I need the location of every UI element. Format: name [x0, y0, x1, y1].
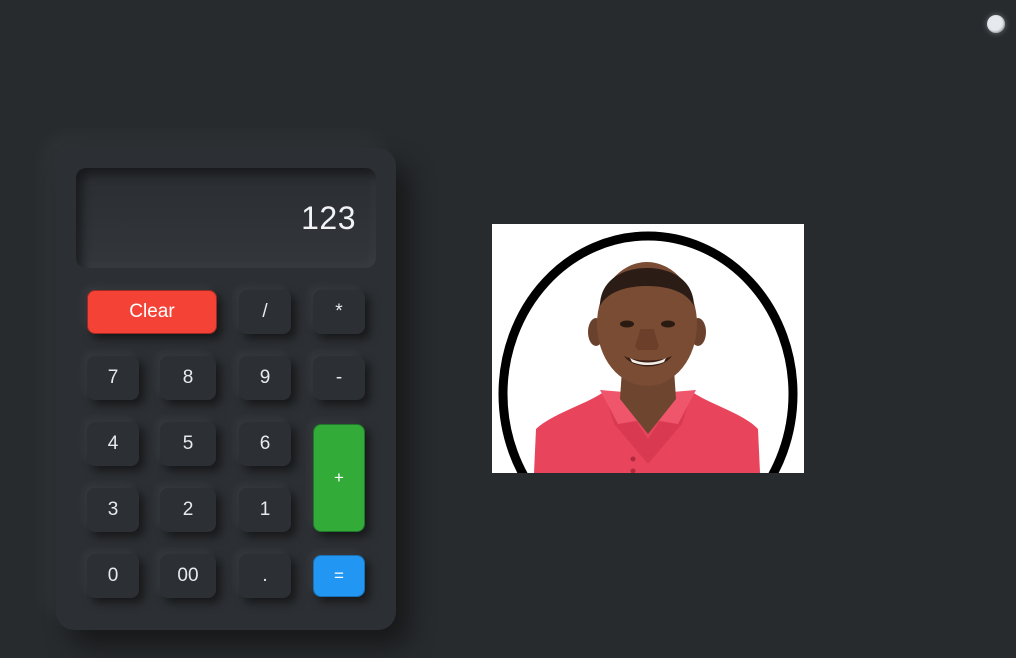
- display-value: 123: [301, 199, 356, 236]
- profile-photo: [492, 224, 804, 473]
- digit-2-button[interactable]: 2: [160, 488, 216, 532]
- multiply-button[interactable]: *: [313, 290, 365, 334]
- plus-button[interactable]: +: [313, 424, 365, 532]
- digit-6-button[interactable]: 6: [239, 422, 291, 466]
- theme-toggle-icon[interactable]: [987, 15, 1005, 33]
- double-zero-button[interactable]: 00: [160, 554, 216, 598]
- calculator-display: 123: [76, 168, 376, 268]
- divide-button[interactable]: /: [239, 290, 291, 334]
- equals-button[interactable]: =: [313, 555, 365, 597]
- digit-1-button[interactable]: 1: [239, 488, 291, 532]
- minus-button[interactable]: -: [313, 356, 365, 400]
- calculator: 123 Clear / * 7 8 9 - 4 5 6 + 3 2 1 0 00…: [56, 148, 396, 630]
- digit-3-button[interactable]: 3: [87, 488, 139, 532]
- digit-0-button[interactable]: 0: [87, 554, 139, 598]
- digit-7-button[interactable]: 7: [87, 356, 139, 400]
- digit-5-button[interactable]: 5: [160, 422, 216, 466]
- page: 123 Clear / * 7 8 9 - 4 5 6 + 3 2 1 0 00…: [0, 0, 1016, 658]
- decimal-point-button[interactable]: .: [239, 554, 291, 598]
- digit-4-button[interactable]: 4: [87, 422, 139, 466]
- profile-portrait-icon: [492, 224, 804, 473]
- clear-button[interactable]: Clear: [87, 290, 217, 334]
- digit-8-button[interactable]: 8: [160, 356, 216, 400]
- digit-9-button[interactable]: 9: [239, 356, 291, 400]
